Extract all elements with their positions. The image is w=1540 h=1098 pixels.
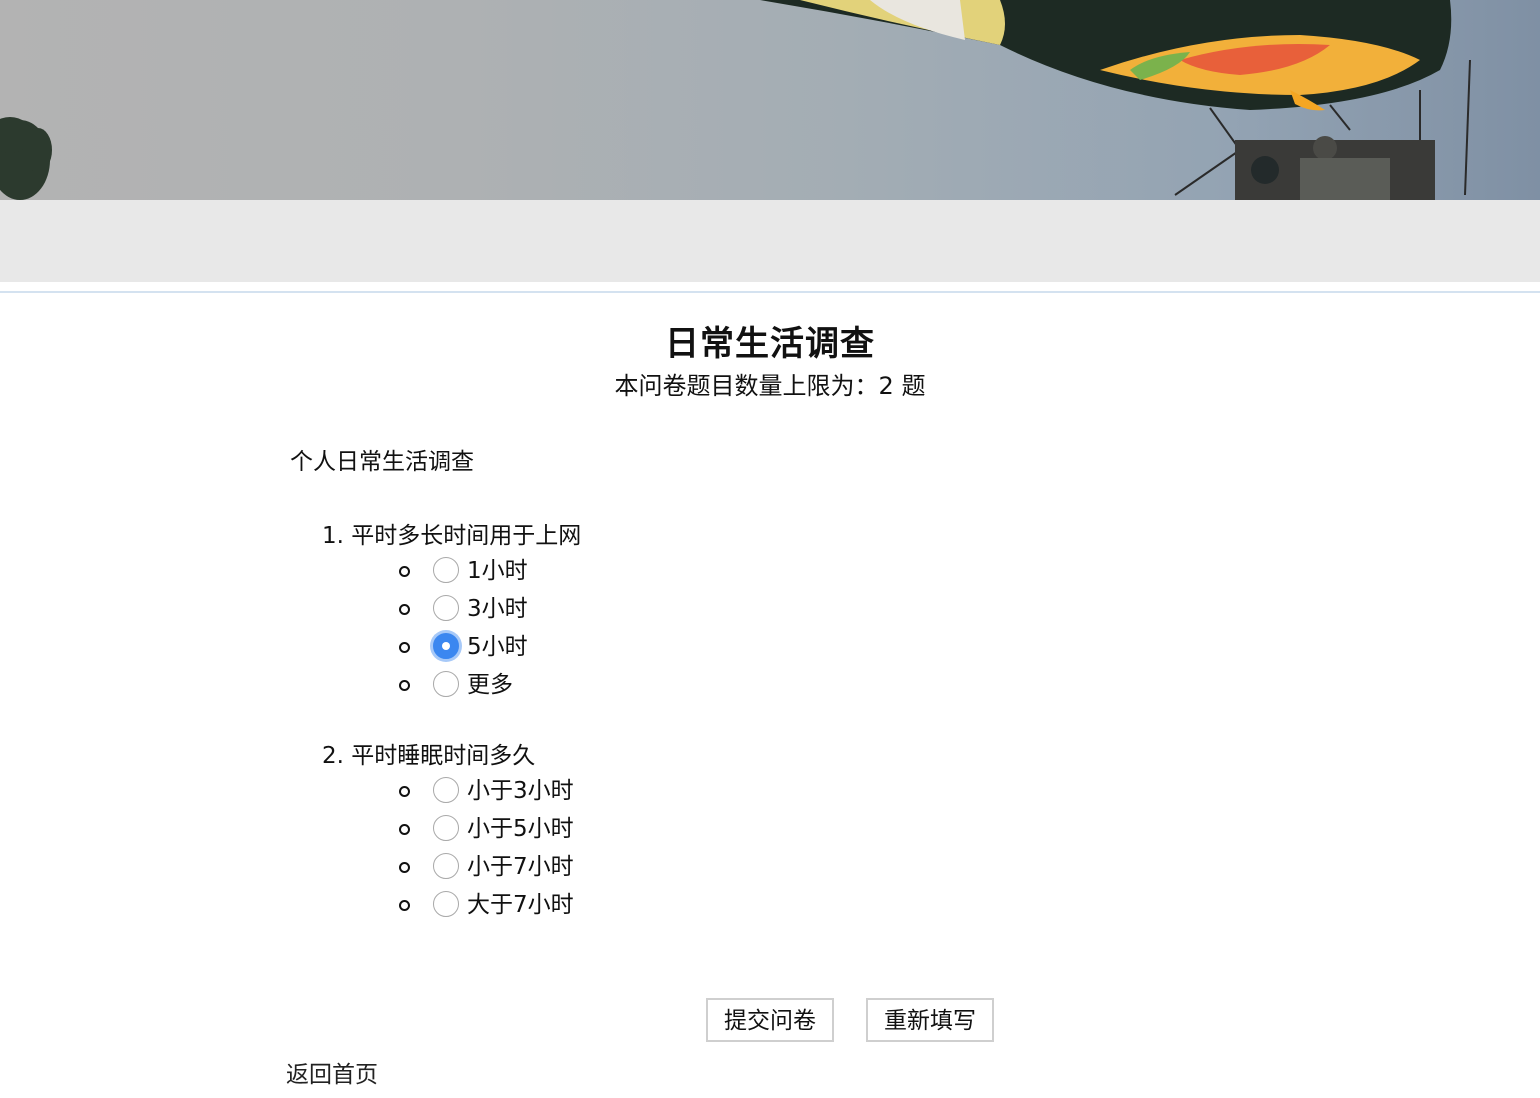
option-item[interactable]: 1小时 <box>322 552 581 590</box>
survey-title: 日常生活调查 <box>665 324 875 364</box>
radio-button[interactable] <box>433 815 459 841</box>
list-bullet-icon <box>399 680 410 691</box>
radio-button[interactable] <box>433 777 459 803</box>
header-band <box>0 200 1540 282</box>
radio-button[interactable] <box>433 595 459 621</box>
hot-air-balloon-illustration <box>0 0 1471 200</box>
radio-button[interactable] <box>433 557 459 583</box>
back-to-home-link[interactable]: 返回首页 <box>286 1055 378 1089</box>
list-bullet-icon <box>399 642 410 653</box>
question-1: 1. 平时多长时间用于上网 1小时 3小时 5小时 更多 <box>322 520 581 704</box>
submit-survey-button[interactable]: 提交问卷 <box>706 998 834 1042</box>
header-divider <box>0 291 1540 293</box>
option-label[interactable]: 大于7小时 <box>467 886 574 924</box>
list-bullet-icon <box>399 824 410 835</box>
option-label[interactable]: 5小时 <box>467 628 528 666</box>
radio-button[interactable] <box>433 891 459 917</box>
survey-description: 个人日常生活调查 <box>290 449 474 475</box>
survey-question-limit: 本问卷题目数量上限为：2 题 <box>614 372 926 400</box>
option-item[interactable]: 5小时 <box>322 628 581 666</box>
option-label[interactable]: 小于5小时 <box>467 810 574 848</box>
radio-button-selected[interactable] <box>433 633 459 659</box>
header-banner-image <box>0 0 1540 200</box>
list-bullet-icon <box>399 786 410 797</box>
list-bullet-icon <box>399 900 410 911</box>
radio-button[interactable] <box>433 671 459 697</box>
option-item[interactable]: 小于5小时 <box>322 810 574 848</box>
option-item[interactable]: 3小时 <box>322 590 581 628</box>
option-label[interactable]: 小于3小时 <box>467 772 574 810</box>
list-bullet-icon <box>399 566 410 577</box>
list-bullet-icon <box>399 862 410 873</box>
radio-button[interactable] <box>433 853 459 879</box>
question-title: 1. 平时多长时间用于上网 <box>322 523 582 549</box>
option-item[interactable]: 更多 <box>322 666 581 704</box>
reset-survey-button[interactable]: 重新填写 <box>866 998 994 1042</box>
question-2: 2. 平时睡眠时间多久 小于3小时 小于5小时 小于7小时 大于7小时 <box>322 740 574 924</box>
option-label[interactable]: 1小时 <box>467 552 528 590</box>
option-label[interactable]: 3小时 <box>467 590 528 628</box>
option-item[interactable]: 小于3小时 <box>322 772 574 810</box>
option-item[interactable]: 小于7小时 <box>322 848 574 886</box>
option-label[interactable]: 更多 <box>467 666 513 704</box>
list-bullet-icon <box>399 604 410 615</box>
option-label[interactable]: 小于7小时 <box>467 848 574 886</box>
question-title: 2. 平时睡眠时间多久 <box>322 743 536 769</box>
option-item[interactable]: 大于7小时 <box>322 886 574 924</box>
